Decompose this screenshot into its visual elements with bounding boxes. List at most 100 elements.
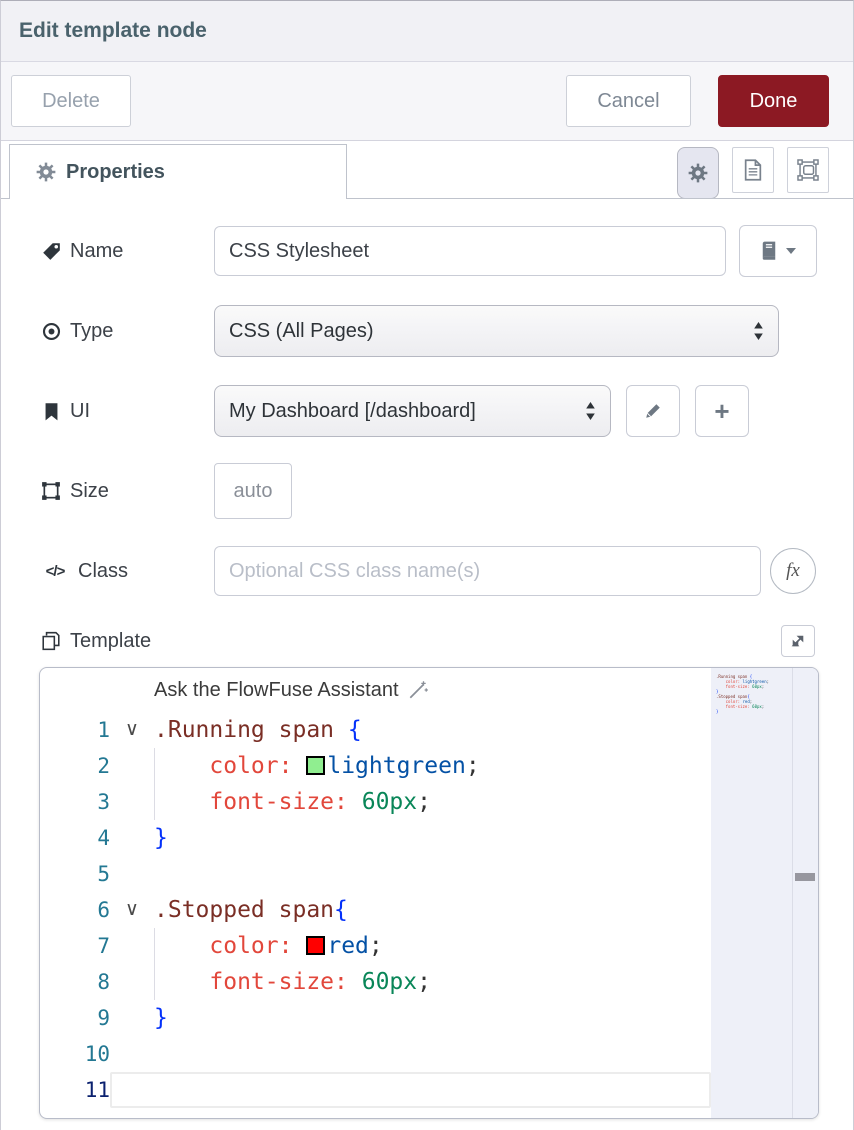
line-number: 2 bbox=[40, 748, 110, 784]
line-number: 3 bbox=[40, 784, 110, 820]
code-line[interactable]: 7 color: red; bbox=[40, 928, 711, 964]
name-input[interactable] bbox=[214, 226, 726, 276]
gear-icon bbox=[36, 162, 56, 182]
editor-minimap[interactable]: .Running span { color: lightgreen; font-… bbox=[711, 668, 818, 1118]
size-icon bbox=[41, 481, 61, 501]
fold-gutter bbox=[110, 748, 154, 784]
fold-gutter bbox=[110, 856, 154, 892]
delete-button[interactable]: Delete bbox=[11, 75, 131, 127]
edit-ui-button[interactable] bbox=[626, 385, 680, 437]
line-number: 11 bbox=[40, 1072, 110, 1108]
minimap-code: .Running span { color: lightgreen; font-… bbox=[716, 674, 769, 714]
fold-gutter bbox=[110, 964, 154, 1000]
fold-chevron-icon[interactable]: ∨ bbox=[110, 712, 154, 748]
edit-template-dialog: Edit template node Delete Cancel Done Pr… bbox=[0, 0, 854, 1130]
fold-chevron-icon[interactable]: ∨ bbox=[110, 892, 154, 928]
line-number: 5 bbox=[40, 856, 110, 892]
assistant-hint-label: Ask the FlowFuse Assistant bbox=[154, 679, 399, 702]
line-number: 9 bbox=[40, 1000, 110, 1036]
fold-gutter bbox=[110, 1036, 154, 1072]
code-line[interactable]: 5 bbox=[40, 856, 711, 892]
code-line[interactable]: 3 font-size: 60px; bbox=[40, 784, 711, 820]
ui-select[interactable]: My Dashboard [/dashboard] bbox=[214, 385, 611, 437]
code-text: font-size: 60px; bbox=[154, 964, 711, 1000]
code-area[interactable]: Ask the FlowFuse Assistant 1∨.Running sp… bbox=[40, 668, 711, 1118]
code-line[interactable]: 9} bbox=[40, 1000, 711, 1036]
line-number: 10 bbox=[40, 1036, 110, 1072]
code-text bbox=[156, 1074, 709, 1106]
pane-buttons bbox=[677, 147, 829, 199]
size-auto-button[interactable]: auto bbox=[214, 463, 292, 519]
dialog-title: Edit template node bbox=[19, 19, 207, 43]
type-select-value: CSS (All Pages) bbox=[229, 320, 753, 343]
appearance-icon bbox=[797, 159, 819, 181]
fold-gutter bbox=[112, 1074, 156, 1106]
code-line[interactable]: 6∨.Stopped span{ bbox=[40, 892, 711, 928]
code-text: } bbox=[154, 1000, 711, 1036]
code-line[interactable]: 1∨.Running span { bbox=[40, 712, 711, 748]
gear-icon bbox=[688, 163, 708, 183]
cancel-button[interactable]: Cancel bbox=[566, 75, 691, 127]
appearance-pane-button[interactable] bbox=[787, 147, 829, 193]
tab-properties[interactable]: Properties bbox=[9, 144, 347, 199]
select-arrows-icon bbox=[753, 321, 764, 341]
code-text: color: lightgreen; bbox=[154, 748, 711, 784]
add-ui-button[interactable]: + bbox=[695, 385, 749, 437]
plus-icon: + bbox=[714, 398, 729, 424]
library-button[interactable] bbox=[739, 225, 817, 277]
line-number: 6 bbox=[40, 892, 110, 928]
class-row: </> Class fx bbox=[41, 545, 853, 597]
expand-editor-button[interactable] bbox=[781, 625, 815, 657]
assistant-hint[interactable]: Ask the FlowFuse Assistant bbox=[40, 668, 711, 712]
color-swatch[interactable] bbox=[306, 936, 325, 955]
code-line[interactable]: 4} bbox=[40, 820, 711, 856]
description-icon bbox=[743, 159, 763, 181]
circle-dot-icon bbox=[41, 322, 61, 341]
line-number: 1 bbox=[40, 712, 110, 748]
color-swatch[interactable] bbox=[306, 756, 325, 775]
code-text: font-size: 60px; bbox=[154, 784, 711, 820]
dialog-header: Edit template node bbox=[1, 1, 853, 62]
code-line[interactable]: 10 bbox=[40, 1036, 711, 1072]
tab-properties-label: Properties bbox=[66, 161, 165, 184]
done-button[interactable]: Done bbox=[718, 75, 829, 127]
name-row: Name bbox=[41, 225, 853, 277]
pencil-icon bbox=[644, 402, 662, 420]
class-input[interactable] bbox=[214, 546, 761, 596]
code-text: .Running span { bbox=[154, 712, 711, 748]
description-pane-button[interactable] bbox=[732, 147, 774, 193]
code-text: .Stopped span{ bbox=[154, 892, 711, 928]
size-row: Size auto bbox=[41, 465, 853, 517]
line-number: 8 bbox=[40, 964, 110, 1000]
code-line[interactable]: 8 font-size: 60px; bbox=[40, 964, 711, 1000]
fold-gutter bbox=[110, 928, 154, 964]
fold-gutter bbox=[110, 820, 154, 856]
template-label: Template bbox=[41, 630, 781, 653]
type-label: Type bbox=[41, 320, 214, 343]
type-select[interactable]: CSS (All Pages) bbox=[214, 305, 779, 357]
line-number: 4 bbox=[40, 820, 110, 856]
class-label: </> Class bbox=[41, 560, 214, 583]
tab-bar: Properties bbox=[1, 141, 853, 199]
template-code-editor[interactable]: Ask the FlowFuse Assistant 1∨.Running sp… bbox=[39, 667, 819, 1119]
code-line[interactable]: 11 bbox=[40, 1072, 711, 1108]
expand-icon bbox=[790, 633, 806, 649]
properties-pane-button[interactable] bbox=[677, 147, 719, 199]
code-text bbox=[154, 856, 711, 892]
type-row: Type CSS (All Pages) bbox=[41, 305, 853, 357]
dialog-toolbar: Delete Cancel Done bbox=[1, 62, 853, 141]
code-text: color: red; bbox=[154, 928, 711, 964]
size-label: Size bbox=[41, 480, 214, 503]
copy-icon bbox=[41, 631, 61, 651]
template-row: Template bbox=[41, 625, 853, 657]
fold-gutter bbox=[110, 1000, 154, 1036]
scrollbar-thumb[interactable] bbox=[795, 873, 815, 881]
properties-form: Name Type CSS (All Pages) bbox=[1, 199, 853, 657]
book-icon bbox=[759, 241, 779, 261]
caret-down-icon bbox=[785, 247, 797, 255]
fx-button[interactable]: fx bbox=[770, 548, 816, 594]
minimap-divider bbox=[792, 668, 793, 1118]
wand-icon bbox=[407, 679, 429, 701]
ui-label: UI bbox=[41, 400, 214, 423]
code-line[interactable]: 2 color: lightgreen; bbox=[40, 748, 711, 784]
